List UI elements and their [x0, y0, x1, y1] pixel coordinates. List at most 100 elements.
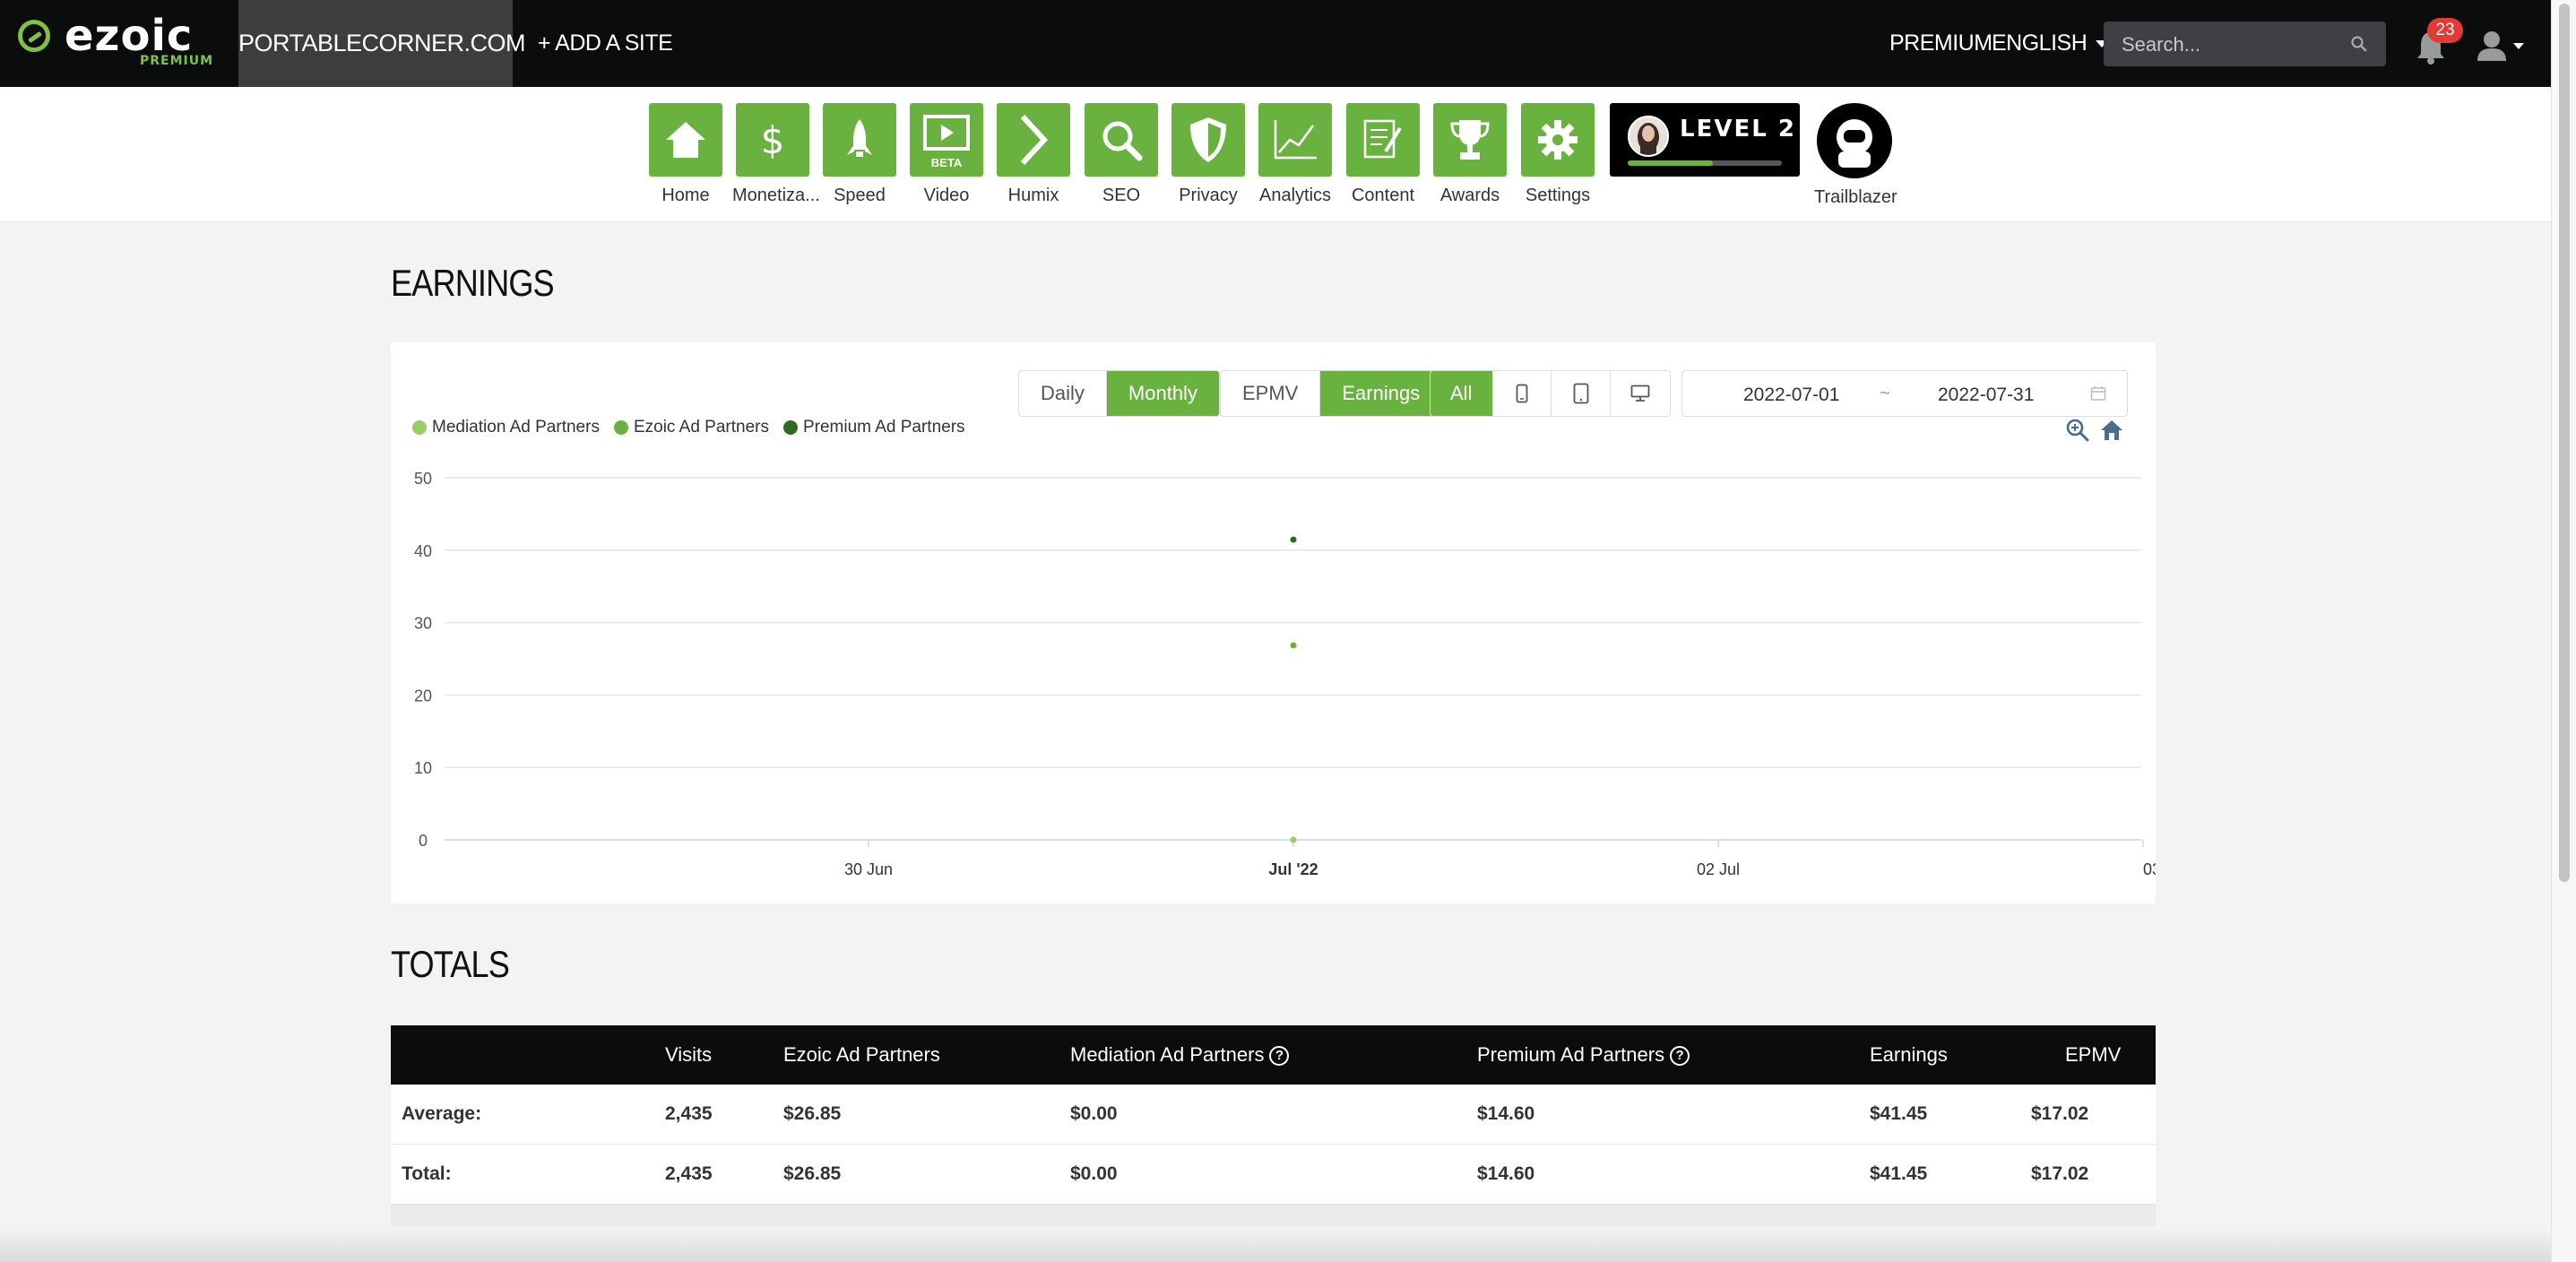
tablet-icon	[1573, 383, 1589, 404]
row-label: Average:	[402, 1103, 482, 1124]
table-header: Visits Ezoic Ad Partners Mediation Ad Pa…	[391, 1025, 2156, 1085]
premium-link[interactable]: PREMIUM	[1889, 0, 1993, 87]
y-tick-label: 30	[414, 615, 432, 633]
level-badge[interactable]: LEVEL 2	[1610, 103, 1800, 177]
row-label: Total:	[402, 1163, 452, 1184]
nav-label-speed: Speed	[834, 186, 886, 205]
nav-label-seo: SEO	[1102, 186, 1141, 205]
magnifier-icon	[1102, 121, 1143, 161]
nav-speed[interactable]: Speed	[819, 103, 900, 206]
nav-humix[interactable]: Humix	[993, 103, 1074, 206]
nav-analytics[interactable]: Analytics	[1255, 103, 1336, 206]
cell-earnings: $41.45	[1870, 1163, 1928, 1184]
cell-mediation: $0.00	[1070, 1103, 1118, 1124]
legend-mediation[interactable]: Mediation Ad Partners	[412, 418, 600, 437]
video-icon	[923, 115, 970, 151]
header-mediation-label: Mediation Ad Partners	[1070, 1043, 1265, 1066]
legend-label-mediation: Mediation Ad Partners	[432, 418, 600, 437]
nav-settings[interactable]: Settings	[1517, 103, 1598, 206]
nav-video[interactable]: BETA Video	[906, 103, 987, 206]
site-selector-tab[interactable]: PORTABLECORNER.COM	[238, 0, 526, 87]
x-tick-label: 30 Jun	[844, 860, 893, 878]
add-site-link[interactable]: + ADD A SITE	[538, 0, 673, 87]
video-tile: BETA	[910, 103, 983, 177]
seo-tile	[1085, 103, 1158, 177]
nav-home[interactable]: Home	[645, 103, 726, 206]
header-mediation-ad-partners[interactable]: Mediation Ad Partners?	[1070, 1025, 1290, 1085]
humix-tile	[997, 103, 1070, 177]
period-toggle: Daily Monthly	[1018, 370, 1220, 417]
page-scrollbar[interactable]	[2551, 0, 2576, 1262]
search-input[interactable]	[2104, 22, 2356, 68]
cell-visits: 2,435	[665, 1163, 713, 1184]
nav-label-monetization: Monetiza...	[732, 186, 820, 205]
cell-premium: $14.60	[1477, 1163, 1535, 1184]
scrollbar-thumb[interactable]	[2559, 4, 2570, 882]
header-ezoic-ad-partners[interactable]: Ezoic Ad Partners	[783, 1025, 940, 1085]
content-tile	[1346, 103, 1420, 177]
nav-monetization[interactable]: $ Monetiza...	[732, 103, 820, 206]
gear-icon	[1538, 120, 1578, 160]
level-avatar	[1628, 116, 1669, 157]
nav-awards[interactable]: Awards	[1430, 103, 1510, 206]
y-tick-label: 20	[414, 687, 432, 704]
earnings-title: EARNINGS	[391, 262, 555, 304]
awards-tile	[1433, 103, 1507, 177]
data-point	[1290, 642, 1297, 649]
earnings-button[interactable]: Earnings	[1320, 371, 1442, 416]
header-epmv[interactable]: EPMV	[2065, 1025, 2121, 1085]
reset-home-icon[interactable]	[2099, 418, 2124, 443]
y-tick-label: 40	[414, 542, 432, 560]
language-dropdown[interactable]: ENGLISH	[1992, 0, 2109, 87]
nav-seo[interactable]: SEO	[1081, 103, 1162, 206]
totals-title: TOTALS	[391, 943, 510, 985]
desktop-device-button[interactable]	[1611, 371, 1670, 416]
epmv-button[interactable]: EPMV	[1221, 371, 1321, 416]
level-progress-bar	[1628, 160, 1782, 166]
help-icon[interactable]: ?	[1670, 1046, 1690, 1067]
astronaut-icon	[1837, 119, 1872, 168]
legend-dot-premium	[782, 420, 798, 435]
nav-privacy[interactable]: Privacy	[1168, 103, 1249, 206]
metric-toggle: EPMV Earnings	[1220, 370, 1443, 417]
search-icon[interactable]	[2350, 35, 2368, 53]
help-icon[interactable]: ?	[1269, 1046, 1290, 1067]
line-chart-icon	[1274, 120, 1317, 160]
user-menu-icon[interactable]	[2474, 27, 2528, 66]
date-start[interactable]: 2022-07-01	[1743, 371, 1839, 419]
nav-label-home: Home	[661, 186, 710, 205]
privacy-tile	[1171, 103, 1245, 177]
table-row: Total: 2,435 $26.85 $0.00 $14.60 $41.45 …	[391, 1145, 2156, 1205]
shield-icon	[1190, 117, 1226, 162]
all-devices-button[interactable]: All	[1431, 371, 1493, 416]
tablet-device-button[interactable]	[1552, 371, 1612, 416]
nav-label-privacy: Privacy	[1179, 186, 1238, 205]
ezoic-logo[interactable]: ezoic PREMIUM	[18, 11, 212, 72]
nav-content[interactable]: Content	[1343, 103, 1423, 206]
mobile-icon	[1516, 384, 1528, 403]
table-footer	[391, 1205, 2156, 1226]
cell-ezoic: $26.85	[783, 1103, 842, 1124]
device-toggle: All	[1430, 370, 1672, 417]
date-end[interactable]: 2022-07-31	[1938, 371, 2034, 419]
cell-visits: 2,435	[665, 1103, 713, 1124]
level-label: LEVEL 2	[1680, 116, 1796, 143]
calendar-icon[interactable]	[2090, 385, 2106, 402]
date-range-picker[interactable]: 2022-07-01 ~ 2022-07-31	[1681, 370, 2128, 417]
settings-tile	[1521, 103, 1595, 177]
date-separator: ~	[1880, 384, 1890, 403]
mobile-device-button[interactable]	[1492, 371, 1552, 416]
cell-ezoic: $26.85	[783, 1163, 842, 1184]
nav-trailblazer[interactable]: Trailblazer	[1814, 103, 1897, 208]
legend-premium[interactable]: Premium Ad Partners	[782, 418, 965, 437]
header-earnings[interactable]: Earnings	[1870, 1025, 1948, 1085]
header-visits[interactable]: Visits	[665, 1025, 712, 1085]
monthly-button[interactable]: Monthly	[1106, 371, 1219, 416]
legend-ezoic[interactable]: Ezoic Ad Partners	[613, 418, 769, 437]
zoom-icon[interactable]	[2065, 418, 2090, 443]
legend-label-ezoic: Ezoic Ad Partners	[633, 418, 769, 437]
daily-button[interactable]: Daily	[1019, 371, 1107, 416]
header-premium-ad-partners[interactable]: Premium Ad Partners?	[1477, 1025, 1690, 1085]
x-tick-label: 02 Jul	[1697, 860, 1740, 878]
nav-label-settings: Settings	[1525, 186, 1591, 205]
